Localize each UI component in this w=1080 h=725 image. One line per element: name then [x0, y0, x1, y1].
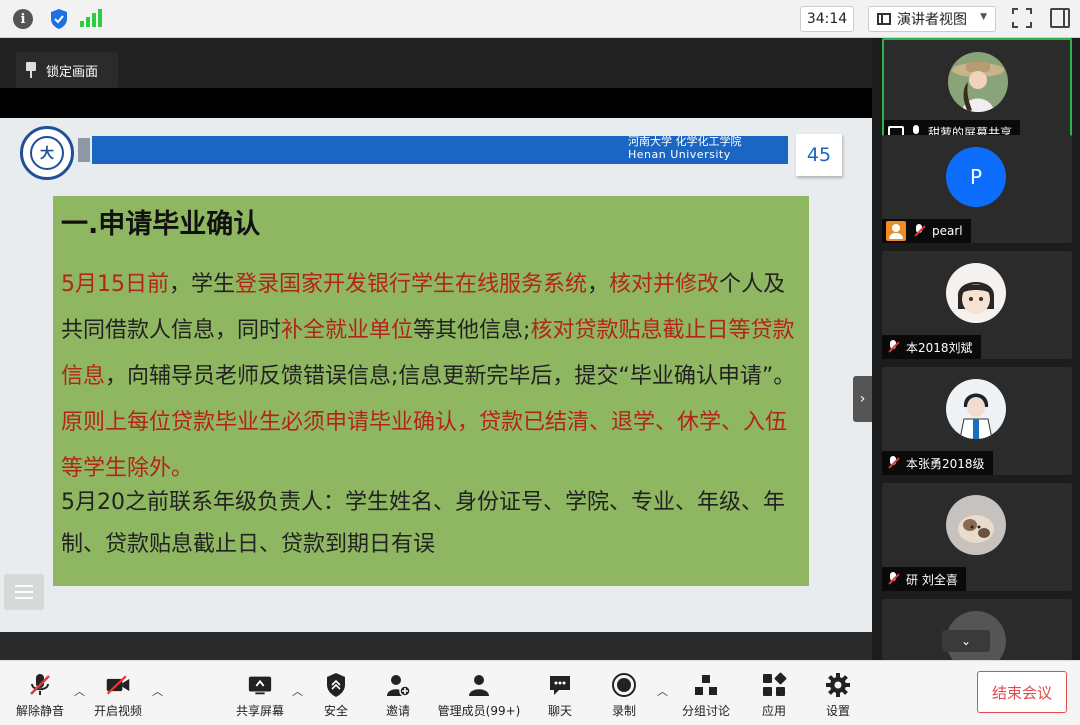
signal-strength-icon[interactable]	[80, 8, 102, 30]
settings-button[interactable]: 设置	[816, 667, 860, 721]
share-screen-button[interactable]: 共享屏幕	[232, 667, 288, 721]
view-switch-label: 演讲者视图	[897, 12, 967, 28]
lock-screen-label: 锁定画面	[46, 64, 99, 80]
side-panel-toggle-icon[interactable]	[1050, 8, 1070, 28]
lock-screen-button[interactable]: 锁定画面	[16, 52, 118, 88]
chevron-up-icon[interactable]: ︿	[657, 683, 668, 699]
view-switch-button[interactable]: 演讲者视图 ▼	[868, 6, 996, 32]
end-meeting-button[interactable]: 结束会议	[977, 671, 1067, 713]
record-icon	[611, 672, 637, 698]
breakout-rooms-button[interactable]: 分组讨论	[678, 667, 734, 721]
slide-text: ，向辅导员老师反馈错误信息;信息更新完毕后，提交“毕业确认申请”。	[105, 364, 796, 389]
slide-text: ，	[587, 272, 610, 297]
participant-label: 本2018刘斌	[882, 335, 981, 359]
microphone-muted-icon	[27, 672, 53, 698]
header-accent	[78, 138, 90, 162]
slide-paragraph-1: 5月15日前，学生登录国家开发银行学生在线服务系统，核对并修改个人及共同借款人信…	[61, 262, 801, 492]
invite-button[interactable]: 邀请	[376, 667, 420, 721]
microphone-muted-icon	[886, 572, 900, 586]
shield-icon[interactable]	[48, 8, 70, 30]
fullscreen-icon[interactable]	[1012, 8, 1032, 28]
gear-icon	[825, 672, 851, 698]
highlighted-text: 登录国家开发银行学生在线服务系统	[235, 272, 588, 297]
avatar	[948, 52, 1008, 112]
participant-tile[interactable]: P pearl	[882, 135, 1072, 243]
video-off-icon	[105, 672, 131, 698]
gallery-scroll-down-button[interactable]: ⌄	[942, 630, 990, 652]
members-icon	[466, 672, 492, 698]
microphone-muted-icon	[886, 340, 900, 354]
collapse-gallery-icon[interactable]: ›	[853, 376, 872, 422]
university-name-en: Henan University	[628, 148, 731, 161]
microphone-muted-icon	[912, 224, 926, 238]
avatar	[946, 495, 1006, 555]
slide-title: 一.申请毕业确认	[61, 209, 261, 240]
chevron-down-icon: ▼	[980, 12, 987, 22]
participant-label: 研 刘全喜	[882, 567, 966, 591]
breakout-rooms-icon	[693, 672, 719, 698]
presentation-slide: 大 河南大学 化学化工学院 Henan University 45 一.申请毕业…	[0, 118, 872, 632]
speaker-view-icon	[877, 13, 891, 25]
avatar	[946, 379, 1006, 439]
participant-tile[interactable]: 本张勇2018级	[882, 367, 1072, 475]
add-user-icon	[385, 672, 411, 698]
chat-button[interactable]: 聊天	[538, 667, 582, 721]
participant-tile[interactable]: 研 刘全喜	[882, 483, 1072, 591]
record-button[interactable]: 录制	[602, 667, 646, 721]
slide-text: 等其他信息;	[413, 318, 531, 343]
screen-band	[0, 88, 872, 118]
participant-name: 本张勇2018级	[906, 456, 985, 471]
microphone-muted-icon	[886, 456, 900, 470]
info-icon[interactable]: i	[12, 8, 34, 30]
slide-page-number: 45	[796, 134, 842, 176]
start-video-button[interactable]: 开启视频	[90, 667, 146, 721]
slide-text: ，学生	[169, 272, 236, 297]
participant-name: 研 刘全喜	[906, 572, 958, 587]
avatar	[946, 263, 1006, 323]
participant-tile[interactable]: 本2018刘斌	[882, 251, 1072, 359]
avatar: P	[946, 147, 1006, 207]
shared-screen-area: 锁定画面 大 河南大学 化学化工学院 Henan University 45 一…	[0, 38, 872, 660]
chevron-up-icon[interactable]: ︿	[74, 683, 85, 699]
chevron-up-icon[interactable]: ︿	[152, 683, 163, 699]
apps-button[interactable]: 应用	[752, 667, 796, 721]
share-screen-icon	[247, 672, 273, 698]
highlighted-text: 原则上每位贷款毕业生必须申请毕业确认，贷款已结清、退学、休学、入伍等学生除外。	[61, 410, 788, 481]
participant-tile[interactable]: 甜萝的屏幕共享	[882, 38, 1072, 146]
security-button[interactable]: 安全	[314, 667, 358, 721]
highlighted-text: 补全就业单位	[281, 318, 414, 343]
participant-label: pearl	[882, 219, 971, 243]
slide-menu-icon[interactable]	[4, 574, 44, 610]
chevron-down-icon: ⌄	[960, 634, 972, 648]
top-bar: i 34:14 演讲者视图 ▼	[0, 0, 1080, 38]
slide-paragraph-2: 5月20之前联系年级负责人：学生姓名、身份证号、学院、专业、年级、年制、贷款贴息…	[61, 490, 785, 557]
meeting-toolbar: 解除静音 ︿ 开启视频 ︿ 共享屏幕 ︿ 安全 邀请 管理成员(99+) 聊天 …	[0, 660, 1080, 725]
participant-label: 本张勇2018级	[882, 451, 993, 475]
meeting-timer: 34:14	[800, 6, 854, 32]
university-name-cn: 河南大学 化学化工学院	[628, 135, 742, 148]
shield-icon	[323, 672, 349, 698]
chevron-up-icon[interactable]: ︿	[292, 683, 303, 699]
pin-icon	[26, 62, 36, 78]
chat-icon	[547, 672, 573, 698]
highlighted-text: 5月15日前	[61, 272, 169, 297]
unmute-button[interactable]: 解除静音	[12, 667, 68, 721]
participant-gallery: 甜萝的屏幕共享 P pearl 本2018刘斌 本张勇2018级 研 刘全喜 ⌄	[872, 38, 1080, 660]
participant-name: 本2018刘斌	[906, 340, 973, 355]
host-person-icon	[886, 221, 906, 241]
highlighted-text: 核对并修改	[609, 272, 720, 297]
slide-content-box: 一.申请毕业确认 5月15日前，学生登录国家开发银行学生在线服务系统，核对并修改…	[53, 196, 809, 586]
manage-members-button[interactable]: 管理成员(99+)	[436, 667, 522, 721]
university-logo: 大	[20, 126, 74, 180]
participant-name: pearl	[932, 224, 963, 238]
screen-bottom-band	[0, 632, 872, 660]
apps-icon	[761, 672, 787, 698]
